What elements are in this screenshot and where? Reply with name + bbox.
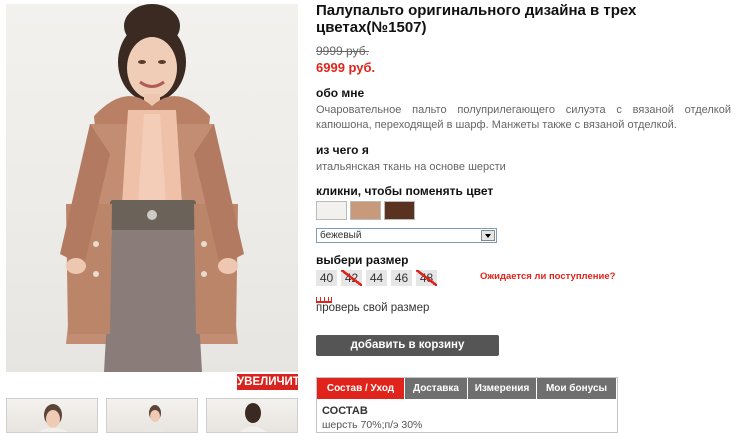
- coat-model-illustration: [60, 4, 244, 372]
- color-select-value: бежевый: [320, 230, 362, 241]
- about-text: Очаровательное пальто полуприлегающего с…: [316, 104, 731, 131]
- size-46[interactable]: 46: [391, 270, 412, 286]
- thumbnail-1[interactable]: [6, 398, 98, 433]
- thumbnail-1-image: [38, 404, 68, 432]
- product-title: Палупальто оригинального дизайна в трех …: [316, 2, 637, 36]
- tab-measurements[interactable]: Измерения: [468, 378, 537, 399]
- size-heading: выбери размер: [316, 253, 409, 267]
- zoom-button[interactable]: УВЕЛИЧИТЬ: [237, 374, 308, 390]
- tab-delivery[interactable]: Доставка: [405, 378, 468, 399]
- swatch-white[interactable]: [316, 201, 347, 220]
- about-heading: обо мне: [316, 86, 365, 100]
- color-heading: кликни, чтобы поменять цвет: [316, 184, 494, 198]
- add-to-cart-button[interactable]: добавить в корзину: [316, 335, 499, 356]
- color-select[interactable]: бежевый: [316, 228, 497, 243]
- material-text: итальянская ткань на основе шерсти: [316, 161, 506, 173]
- swatch-brown[interactable]: [384, 201, 415, 220]
- thumbnail-strip: [6, 398, 298, 433]
- size-44[interactable]: 44: [366, 270, 387, 286]
- thumbnail-2-image: [144, 405, 166, 432]
- tab-bonuses[interactable]: Мои бонусы: [537, 378, 617, 399]
- check-size-link[interactable]: проверь свой размер: [316, 302, 429, 314]
- size-48: 48: [416, 270, 437, 286]
- old-price: 9999 руб.: [316, 44, 369, 58]
- swatch-beige[interactable]: [350, 201, 381, 220]
- size-42: 42: [341, 270, 362, 286]
- material-heading: из чего я: [316, 143, 369, 157]
- restock-link[interactable]: Ожидается ли поступление?: [480, 271, 615, 282]
- tab-content-text: шерсть 70%;п/э 30%: [322, 419, 423, 431]
- thumbnail-3[interactable]: [206, 398, 298, 433]
- tab-composition[interactable]: Состав / Уход: [317, 378, 405, 399]
- info-tabs: Состав / Уход Доставка Измерения Мои бон…: [316, 377, 618, 433]
- thumbnail-3-image: [239, 403, 267, 432]
- size-40[interactable]: 40: [316, 270, 337, 286]
- thumbnail-2[interactable]: [106, 398, 198, 433]
- product-photo[interactable]: [6, 4, 298, 372]
- tab-content-heading: СОСТАВ: [322, 405, 368, 417]
- chevron-down-icon[interactable]: [481, 230, 495, 241]
- sale-price: 6999 руб.: [316, 60, 376, 75]
